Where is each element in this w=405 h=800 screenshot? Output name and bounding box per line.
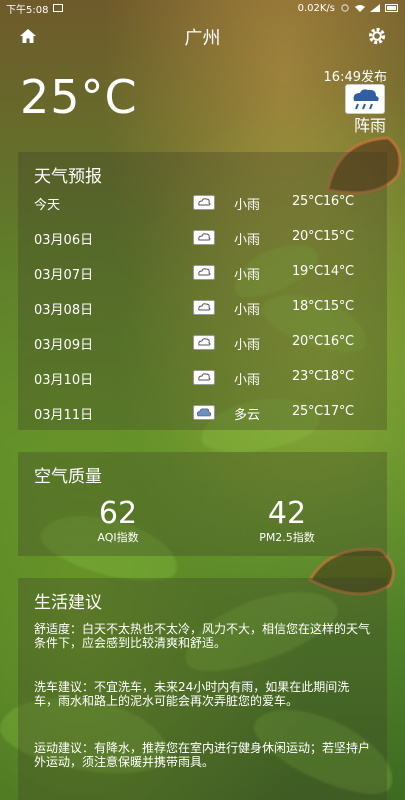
city-title: 广州: [184, 28, 221, 49]
cloud-rain-icon: [193, 335, 215, 350]
rain-cloud-icon: [345, 84, 385, 114]
air-quality-card: 空气质量 62 AQI指数 42 PM2.5指数: [18, 452, 387, 556]
cloud-rain-icon: [193, 265, 215, 280]
forecast-temp: 25°C16°C: [292, 194, 354, 209]
forecast-title: 天气预报: [34, 167, 102, 187]
forecast-date: 03月09日: [34, 338, 94, 353]
signal-icon: [370, 4, 380, 12]
status-bar: 下午5:08 0.02K/s: [0, 0, 405, 16]
header: 广州: [0, 22, 405, 50]
air-quality-title: 空气质量: [34, 467, 102, 487]
forecast-condition: 小雨: [234, 303, 261, 318]
cloud-rain-icon: [193, 370, 215, 385]
life-suggestions-card: 生活建议 舒适度：白天不太热也不太冷，风力不大，相信您在这样的天气条件下，应会感…: [18, 578, 387, 800]
forecast-card: 天气预报 今天 小雨 25°C16°C 03月06日 小雨 20°C15°C 0…: [18, 152, 387, 430]
forecast-condition: 小雨: [234, 198, 261, 213]
comfort-suggestion: 舒适度：白天不太热也不太冷，风力不大，相信您在这样的天气条件下，应会感到比较清爽…: [34, 622, 371, 650]
network-speed: 0.02K/s: [297, 2, 335, 14]
forecast-date: 03月06日: [34, 233, 94, 248]
aqi-label: AQI指数: [97, 531, 139, 544]
image-notification-icon: [53, 4, 64, 12]
forecast-row: 03月10日 小雨 23°C18°C: [18, 369, 387, 389]
forecast-temp: 20°C16°C: [292, 334, 354, 349]
forecast-temp: 23°C18°C: [292, 369, 354, 384]
battery-icon: [385, 4, 398, 12]
air-quality-values: 62 AQI指数 42 PM2.5指数: [18, 496, 387, 556]
forecast-date: 03月07日: [34, 268, 94, 283]
alarm-icon: [341, 4, 349, 12]
pm25-value: 42: [267, 496, 307, 531]
cloud-rain-icon: [193, 230, 215, 245]
forecast-temp: 20°C15°C: [292, 229, 354, 244]
forecast-row: 03月09日 小雨 20°C16°C: [18, 334, 387, 354]
weather-screen: 下午5:08 0.02K/s 广州 25°C 16:49发布 阵雨 天气预报 今…: [0, 0, 405, 800]
forecast-condition: 多云: [234, 408, 261, 423]
forecast-row: 03月08日 小雨 18°C15°C: [18, 299, 387, 319]
current-temperature: 25°C: [20, 70, 138, 124]
aqi-block: 62 AQI指数: [58, 496, 178, 545]
publish-time: 16:49发布: [323, 70, 387, 85]
pm25-block: 42 PM2.5指数: [227, 496, 347, 545]
cloud-rain-icon: [193, 195, 215, 210]
cloud-rain-icon: [193, 300, 215, 315]
forecast-row: 03月07日 小雨 19°C14°C: [18, 264, 387, 284]
forecast-row: 03月06日 小雨 20°C15°C: [18, 229, 387, 249]
sport-suggestion: 运动建议：有降水，推荐您在室内进行健身休闲运动；若坚持户外运动，须注意保暖并携带…: [34, 741, 371, 769]
forecast-row: 03月11日 多云 25°C17°C: [18, 404, 387, 424]
forecast-temp: 19°C14°C: [292, 264, 354, 279]
forecast-temp: 25°C17°C: [292, 404, 354, 419]
forecast-date: 03月11日: [34, 408, 94, 423]
forecast-condition: 小雨: [234, 233, 261, 248]
gear-icon[interactable]: [367, 26, 387, 46]
forecast-date: 03月10日: [34, 373, 94, 388]
forecast-condition: 小雨: [234, 338, 261, 353]
pm25-label: PM2.5指数: [259, 531, 315, 544]
wifi-icon: [355, 5, 365, 12]
suggestions-title: 生活建议: [34, 593, 102, 613]
aqi-value: 62: [98, 496, 138, 531]
forecast-condition: 小雨: [234, 373, 261, 388]
car-wash-suggestion: 洗车建议：不宜洗车，未来24小时内有雨，如果在此期间洗车，雨水和路上的泥水可能会…: [34, 680, 350, 708]
forecast-temp: 18°C15°C: [292, 299, 354, 314]
status-time: 下午5:08: [6, 4, 49, 16]
forecast-date: 今天: [34, 198, 61, 213]
forecast-condition: 小雨: [234, 268, 261, 283]
cloud-icon: [193, 405, 215, 420]
forecast-date: 03月08日: [34, 303, 94, 318]
forecast-row: 今天 小雨 25°C16°C: [18, 194, 387, 214]
current-condition: 阵雨: [353, 116, 386, 135]
